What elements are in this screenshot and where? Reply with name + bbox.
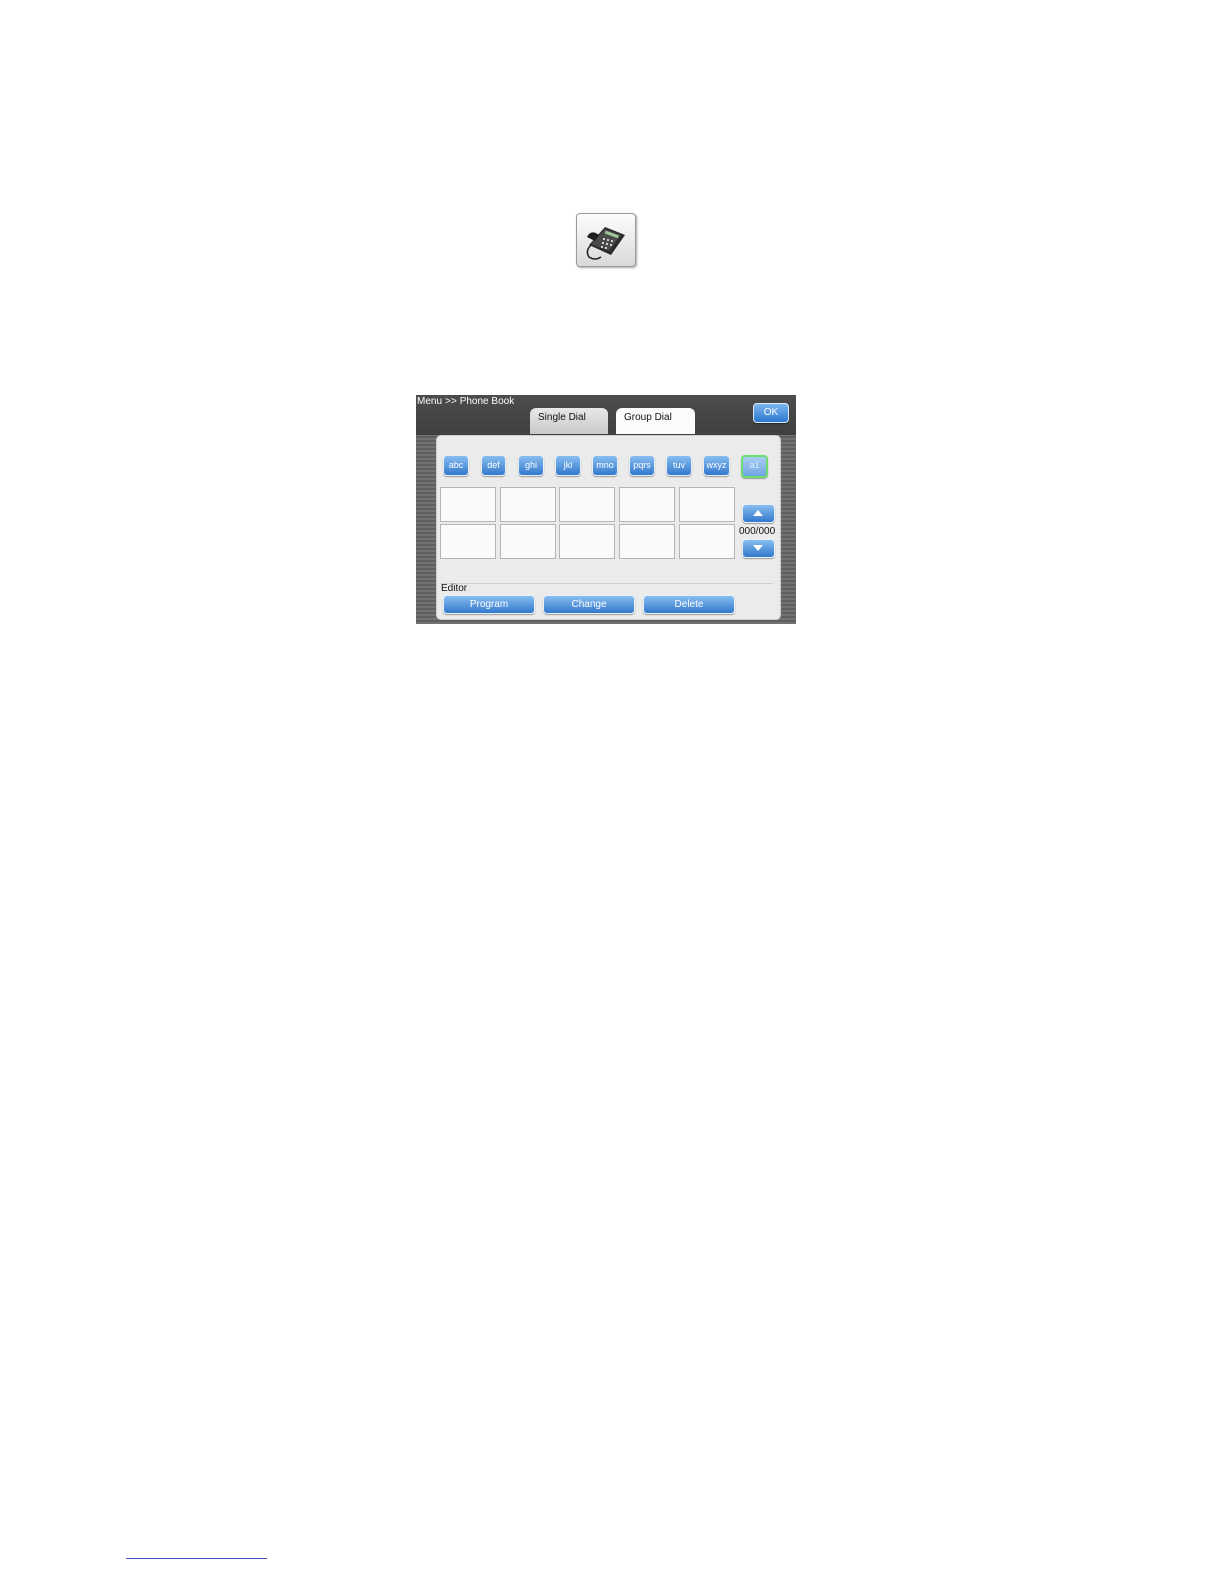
page-counter: 000/000 (739, 526, 776, 537)
tab-single-dial[interactable]: Single Dial (530, 408, 608, 434)
program-button[interactable]: Program (443, 595, 535, 614)
filter-wxyz-button[interactable]: wxyz (703, 455, 730, 476)
filter-pqrs-button[interactable]: pqrs (629, 455, 655, 476)
top-bar: Menu >> Phone Book Single Dial Group Dia… (416, 395, 796, 435)
breadcrumb: Menu >> Phone Book (417, 396, 514, 407)
list-item[interactable] (679, 524, 735, 559)
breadcrumb-menu[interactable]: Menu (417, 396, 442, 407)
scroll-up-button[interactable] (742, 504, 775, 523)
triangle-up-icon (753, 510, 763, 516)
phone-book-tile[interactable] (576, 213, 636, 267)
footnote-separator (126, 1558, 267, 1559)
phone-book-screen: Menu >> Phone Book Single Dial Group Dia… (416, 395, 796, 624)
group-dial-panel: abc def ghi jkl mno pqrs tuv wxyz a1 000… (436, 435, 781, 620)
list-item[interactable] (500, 524, 556, 559)
delete-button[interactable]: Delete (643, 595, 735, 614)
list-item[interactable] (559, 524, 615, 559)
divider (441, 583, 773, 584)
breadcrumb-current: Phone Book (459, 396, 515, 407)
ok-button[interactable]: OK (753, 403, 789, 423)
triangle-down-icon (753, 545, 763, 551)
filter-abc-button[interactable]: abc (443, 455, 469, 476)
filter-def-button[interactable]: def (481, 455, 506, 476)
desk-telephone-icon (586, 227, 625, 260)
list-item[interactable] (440, 487, 496, 522)
scroll-down-button[interactable] (742, 539, 775, 558)
change-button[interactable]: Change (543, 595, 635, 614)
breadcrumb-separator: >> (445, 396, 457, 407)
tab-group-dial[interactable]: Group Dial (616, 408, 695, 434)
editor-label: Editor (441, 583, 468, 594)
list-item[interactable] (619, 487, 675, 522)
filter-alphanumeric-button[interactable]: a1 (741, 455, 768, 478)
filter-jkl-button[interactable]: jkl (555, 455, 581, 476)
list-item[interactable] (500, 487, 556, 522)
list-item[interactable] (619, 524, 675, 559)
filter-tuv-button[interactable]: tuv (666, 455, 692, 476)
list-item[interactable] (440, 524, 496, 559)
filter-mno-button[interactable]: mno (592, 455, 618, 476)
filter-ghi-button[interactable]: ghi (518, 455, 544, 476)
list-item[interactable] (679, 487, 735, 522)
list-item[interactable] (559, 487, 615, 522)
